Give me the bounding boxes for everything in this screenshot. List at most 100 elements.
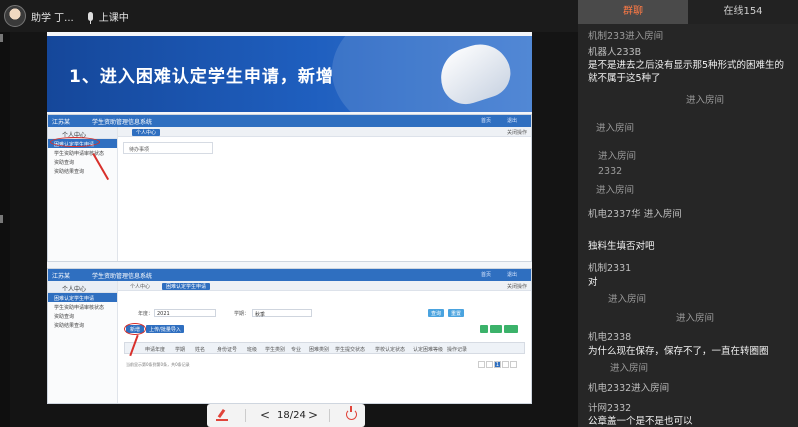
chat-message-sender: 计网2332 bbox=[588, 403, 632, 414]
chat-system-notice: 进入房间 bbox=[610, 363, 649, 374]
chat-message-text: 就不属于这5种了 bbox=[588, 73, 661, 84]
presentation-slide: 1、进入困难认定学生申请，新增 江苏某 学生资助管理信息系统 首页 退出 个人中… bbox=[47, 32, 532, 404]
header-link-home[interactable]: 首页 bbox=[481, 117, 491, 124]
chat-system-notice: 机制233进入房间 bbox=[588, 31, 664, 42]
chat-message-sender: 机制2331 bbox=[588, 263, 632, 274]
refresh-icon[interactable] bbox=[480, 325, 488, 333]
column-header: 身份证号 bbox=[217, 347, 238, 353]
chat-system-notice: 进入房间 bbox=[676, 313, 715, 324]
reset-button[interactable]: 重置 bbox=[448, 309, 464, 317]
teacher-avatar[interactable] bbox=[4, 5, 26, 27]
system-name: 学生资助管理信息系统 bbox=[92, 273, 153, 280]
page-prev-button[interactable] bbox=[486, 361, 493, 368]
sidebar-item-difficulty-apply[interactable]: 困难认定学生申请 bbox=[48, 293, 117, 302]
teacher-name: 助学 丁... bbox=[31, 12, 74, 24]
sidebar-home[interactable]: 个人中心 bbox=[48, 281, 117, 293]
left-strip bbox=[0, 32, 10, 427]
pen-icon[interactable] bbox=[215, 409, 229, 421]
column-header: 姓名 bbox=[195, 347, 206, 353]
system-screenshot-apply: 江苏某 学生资助管理信息系统 首页 退出 个人中心 困难认定学生申请 学生资助申… bbox=[47, 268, 532, 404]
close-tabs-menu[interactable]: 关闭操作 bbox=[507, 129, 527, 136]
chat-system-notice: 进入房间 bbox=[686, 95, 725, 106]
next-page-button[interactable]: > bbox=[308, 408, 318, 422]
close-tabs-menu[interactable]: 关闭操作 bbox=[507, 283, 527, 290]
power-icon[interactable] bbox=[346, 406, 357, 420]
page-number[interactable]: 1 bbox=[494, 361, 501, 368]
sidebar-item-aid-query[interactable]: 资助查询 bbox=[48, 311, 117, 320]
toolbar-divider bbox=[329, 409, 330, 422]
prev-page-button[interactable]: < bbox=[260, 408, 270, 422]
column-header: 学生类别 bbox=[265, 347, 286, 353]
tab-online-users[interactable]: 在线154 bbox=[688, 0, 798, 24]
column-header: 班级 bbox=[247, 347, 258, 353]
term-label: 学期： bbox=[234, 311, 250, 317]
tab-home[interactable]: 个人中心 bbox=[132, 129, 161, 136]
header-link-exit[interactable]: 退出 bbox=[507, 271, 517, 278]
school-logo: 江苏某 bbox=[52, 273, 71, 280]
term-select[interactable]: 秋季 bbox=[252, 309, 312, 318]
toolbar-divider bbox=[245, 409, 246, 422]
column-header: 专业 bbox=[291, 347, 302, 353]
columns-icon[interactable] bbox=[504, 325, 518, 333]
chat-system-notice: 2332 bbox=[598, 166, 623, 177]
sidebar-item-audit-status[interactable]: 学生资助申请审核状态 bbox=[48, 148, 117, 157]
sidebar-item-audit-status[interactable]: 学生资助申请审核状态 bbox=[48, 302, 117, 311]
highlight-circle bbox=[124, 323, 146, 335]
system-name: 学生资助管理信息系统 bbox=[92, 119, 153, 126]
class-status: 上课中 bbox=[98, 12, 129, 24]
year-label: 年度： bbox=[138, 311, 154, 317]
column-header: 认定困难等级 bbox=[413, 347, 444, 353]
school-logo: 江苏某 bbox=[52, 119, 71, 126]
chat-message-text: 对 bbox=[588, 277, 598, 288]
todo-panel: 待办事项 bbox=[123, 142, 213, 154]
system-tab-bar: 个人中心 困难认定学生申请 关闭操作 bbox=[118, 281, 531, 291]
column-header: 学生提交状态 bbox=[335, 347, 366, 353]
header-link-exit[interactable]: 退出 bbox=[507, 117, 517, 124]
system-header: 江苏某 学生资助管理信息系统 首页 退出 bbox=[48, 115, 531, 127]
chat-message-text: 是不是进去之后没有显示那5种形式的困难生的 bbox=[588, 60, 785, 71]
left-marker bbox=[0, 34, 3, 42]
slide-title: 1、进入困难认定学生申请，新增 bbox=[69, 67, 334, 87]
system-screenshot-home: 江苏某 学生资助管理信息系统 首页 退出 个人中心 困难认定学生申请 学生资助申… bbox=[47, 114, 532, 262]
header-link-home[interactable]: 首页 bbox=[481, 271, 491, 278]
chat-message-list: 机制233进入房间 机器人233B 是不是进去之后没有显示那5种形式的困难生的 就不属… bbox=[578, 26, 798, 427]
column-header: 学校认定状态 bbox=[375, 347, 406, 353]
sidebar-item-result-query[interactable]: 资助结果查询 bbox=[48, 166, 117, 175]
list-view-icon[interactable] bbox=[490, 325, 502, 333]
page-next-button[interactable] bbox=[510, 361, 517, 368]
page-prev-button[interactable] bbox=[478, 361, 485, 368]
column-header: 操作记录 bbox=[447, 347, 468, 353]
tab-home[interactable]: 个人中心 bbox=[126, 283, 154, 290]
chat-message-text: 公章盖一个是不是也可以 bbox=[588, 416, 693, 427]
tab-difficulty-apply[interactable]: 困难认定学生申请 bbox=[162, 283, 211, 290]
column-header: 困难类别 bbox=[309, 347, 330, 353]
chat-system-notice: 进入房间 bbox=[596, 185, 635, 196]
system-sidebar: 个人中心 困难认定学生申请 学生资助申请审核状态 资助查询 资助结果查询 bbox=[48, 281, 118, 403]
chat-message-text: 为什么现在保存，保存不了，一直在转圈圈 bbox=[588, 346, 769, 357]
chat-tabs: 群聊 在线154 bbox=[578, 0, 798, 24]
chat-system-notice: 进入房间 bbox=[608, 294, 647, 305]
left-marker bbox=[0, 215, 3, 223]
search-button[interactable]: 查询 bbox=[428, 309, 444, 317]
slide-banner: 1、进入困难认定学生申请，新增 bbox=[47, 36, 532, 112]
chat-system-notice: 进入房间 bbox=[596, 123, 635, 134]
import-button[interactable]: 上传/批量导入 bbox=[146, 325, 184, 333]
year-select[interactable]: 2021 bbox=[154, 309, 216, 317]
data-grid-header: 申请年度 学期 姓名 身份证号 班级 学生类别 专业 困难类别 学生提交状态 学… bbox=[124, 342, 525, 354]
top-bar: 助学 丁... 上课中 bbox=[0, 0, 578, 32]
sidebar-item-aid-query[interactable]: 资助查询 bbox=[48, 157, 117, 166]
system-tab-bar: 个人中心 关闭操作 bbox=[118, 127, 531, 137]
column-header: 学期 bbox=[175, 347, 186, 353]
sidebar-item-result-query[interactable]: 资助结果查询 bbox=[48, 320, 117, 329]
microphone-icon bbox=[87, 11, 93, 24]
page-indicator: 18/24 bbox=[277, 410, 306, 421]
chat-message-sender: 机器人233B bbox=[588, 47, 642, 58]
chat-message-sender: 机电2337华 进入房间 bbox=[588, 209, 682, 220]
page-next-button[interactable] bbox=[502, 361, 509, 368]
chat-panel: 群聊 在线154 机制233进入房间 机器人233B 是不是进去之后没有显示那5种形… bbox=[578, 0, 798, 427]
tab-group-chat[interactable]: 群聊 bbox=[578, 0, 688, 24]
grid-footer: 当前显示第0条到第0条，共0条记录 bbox=[126, 362, 190, 367]
system-header: 江苏某 学生资助管理信息系统 首页 退出 bbox=[48, 269, 531, 281]
chat-message-sender: 机电2332进入房间 bbox=[588, 383, 670, 394]
chat-message-text: 独料生填否对吧 bbox=[588, 241, 655, 252]
